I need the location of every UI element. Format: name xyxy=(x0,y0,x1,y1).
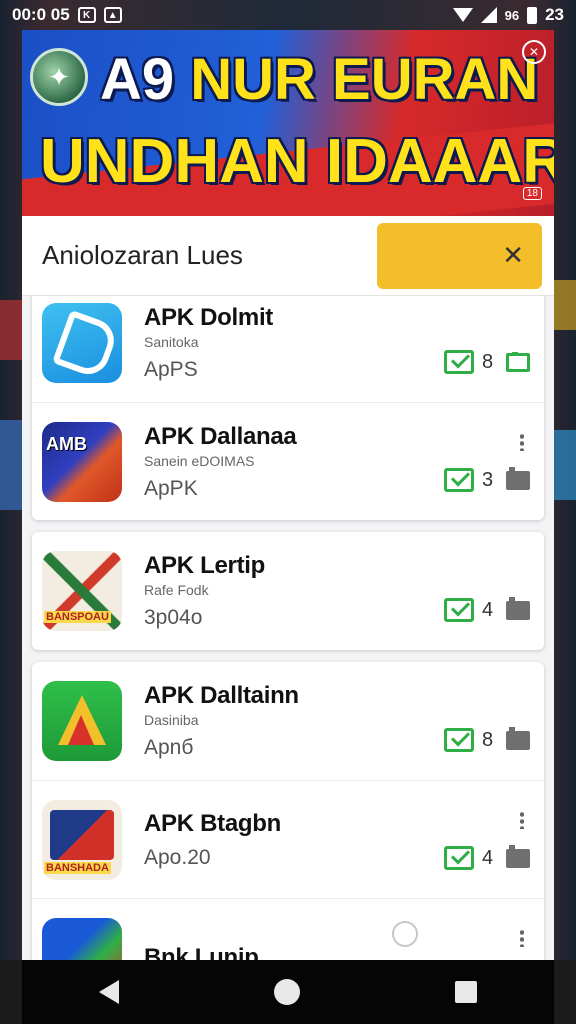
app-count: 3 xyxy=(482,468,494,491)
list-item[interactable]: Bnk Lunip xyxy=(32,898,544,960)
folder-icon[interactable] xyxy=(506,466,530,490)
installed-check-icon[interactable] xyxy=(444,350,474,374)
app-subtitle: Sanitoka xyxy=(144,334,199,350)
app-title: APK Dalltainn xyxy=(144,682,299,709)
navigation-bar xyxy=(22,960,554,1024)
app-icon xyxy=(42,303,122,383)
app-icon: BANSHADA xyxy=(42,799,122,880)
clear-search-button[interactable]: ✕ xyxy=(377,222,542,289)
status-time: 00:0 05 xyxy=(12,5,70,24)
app-icon xyxy=(42,917,122,960)
search-input[interactable] xyxy=(42,240,377,271)
installed-check-icon[interactable] xyxy=(444,728,474,752)
status-bar: 00:0 05 K ▲ 96 23 xyxy=(0,0,576,30)
app-meta: Apo.20 xyxy=(144,845,211,869)
battery-percent: 96 xyxy=(504,7,520,23)
app-count: 8 xyxy=(482,728,494,751)
folder-icon[interactable] xyxy=(506,351,530,372)
more-options-icon[interactable] xyxy=(520,811,524,829)
home-icon[interactable] xyxy=(273,979,300,1005)
folder-icon[interactable] xyxy=(506,596,530,620)
app-meta: 3p04o xyxy=(144,606,203,629)
banner-headline: A9 NUR EURAN xyxy=(100,47,539,112)
app-title: Bnk Lunip xyxy=(144,943,259,961)
app-subtitle: Sanein eDOIMAS xyxy=(144,452,255,469)
app-title: APK Lertip xyxy=(144,552,266,579)
app-subtitle: Rafe Fodk xyxy=(144,582,209,598)
banner-subheadline: UNDHAN IDAAAR! xyxy=(40,127,554,196)
list-item[interactable]: AMB APK Dallanaa Sanein eDOIMAS ApPK 3 xyxy=(32,402,544,520)
search-bar: ✕ xyxy=(22,216,554,296)
app-title: APK Btagbn xyxy=(144,809,281,837)
age-rating-badge: 18 xyxy=(522,187,542,200)
more-options-icon[interactable] xyxy=(520,433,524,451)
app-meta: ApPS xyxy=(144,358,198,381)
back-icon[interactable] xyxy=(99,980,120,1004)
more-options-icon[interactable] xyxy=(520,929,524,947)
radio-icon[interactable] xyxy=(392,921,418,947)
installed-check-icon[interactable] xyxy=(444,468,474,492)
app-meta: Apnб xyxy=(144,736,194,759)
app-count: 4 xyxy=(482,846,494,869)
app-title: APK Dolmit xyxy=(144,304,274,331)
app-card: BANSPOAU APK Lertip Rafe Fodk 3p04o 4 xyxy=(32,532,544,650)
app-card: APK Dolmit Sanitoka ApPS 8 AMB APK Dalla… xyxy=(32,284,544,520)
app-subtitle: Dasiniba xyxy=(144,712,199,728)
signal-icon xyxy=(480,7,497,23)
folder-icon[interactable] xyxy=(506,844,530,868)
promo-banner[interactable]: ✦ A9 NUR EURAN UNDHAN IDAAAR! ✕ 18 xyxy=(22,30,554,216)
battery-icon xyxy=(527,6,538,24)
folder-icon[interactable] xyxy=(506,726,530,750)
list-item[interactable]: BANSHADA APK Btagbn Apo.20 4 xyxy=(32,780,544,898)
status-battery-level: 23 xyxy=(545,5,564,24)
app-list: APK Dolmit Sanitoka ApPS 8 AMB APK Dalla… xyxy=(22,284,554,960)
app-count: 4 xyxy=(482,598,494,621)
app-icon xyxy=(42,681,122,761)
wifi-icon xyxy=(452,8,473,22)
app-title: APK Dallanaa xyxy=(144,422,297,450)
close-icon: ✕ xyxy=(502,240,524,270)
notification-icon: K xyxy=(77,7,96,23)
banner-logo-icon: ✦ xyxy=(30,48,88,106)
app-store-panel: ✦ A9 NUR EURAN UNDHAN IDAAAR! ✕ 18 ✕ APK… xyxy=(22,30,554,960)
list-item[interactable]: APK Dalltainn Dasiniba Apnб 8 xyxy=(32,662,544,780)
image-notification-icon: ▲ xyxy=(103,7,122,23)
app-card: APK Dalltainn Dasiniba Apnб 8 BANSHADA A… xyxy=(32,662,544,960)
list-item[interactable]: APK Dolmit Sanitoka ApPS 8 xyxy=(32,284,544,402)
recent-apps-icon[interactable] xyxy=(454,981,477,1003)
installed-check-icon[interactable] xyxy=(444,846,474,870)
app-icon: BANSPOAU xyxy=(42,551,122,631)
banner-close-icon[interactable]: ✕ xyxy=(522,40,546,64)
app-icon: AMB xyxy=(42,421,122,502)
list-item[interactable]: BANSPOAU APK Lertip Rafe Fodk 3p04o 4 xyxy=(32,532,544,650)
app-count: 8 xyxy=(482,350,494,373)
app-meta: ApPK xyxy=(144,476,198,500)
installed-check-icon[interactable] xyxy=(444,598,474,622)
